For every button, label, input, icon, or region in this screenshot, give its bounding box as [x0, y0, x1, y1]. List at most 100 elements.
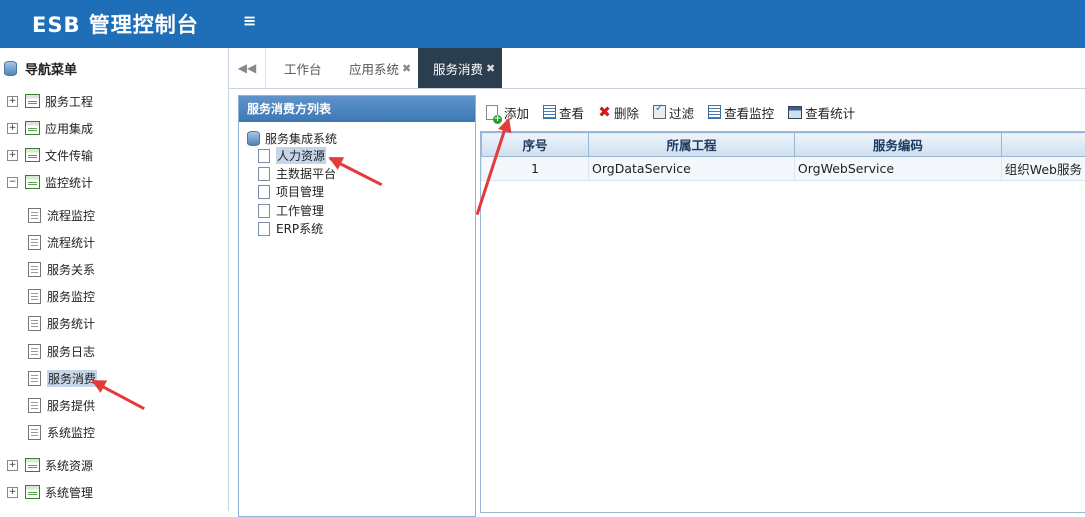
database-icon [247, 131, 260, 146]
data-grid: 序号 所属工程 服务编码 1 OrgDataService OrgWebServ… [480, 131, 1085, 513]
tree-item-erp[interactable]: ERP系统 [258, 220, 323, 237]
expand-icon[interactable]: + [7, 150, 18, 161]
tab-scroll-left-icon[interactable]: ◀◀ [229, 48, 266, 88]
tree-item-label: ERP系统 [276, 220, 323, 237]
page-icon [258, 185, 270, 199]
close-icon[interactable]: ✖ [486, 62, 495, 75]
column-header-service-name[interactable] [1001, 133, 1085, 157]
filter-button-label: 过滤 [669, 103, 694, 122]
tree-item-label: 人力资源 [276, 147, 326, 164]
sidebar-group-system-resource[interactable]: + 系统资源 [7, 456, 93, 474]
sidebar-item-label: 服务提供 [47, 397, 95, 414]
page-icon [28, 235, 41, 250]
sidebar-group-label: 系统管理 [45, 484, 93, 501]
expand-icon[interactable]: + [7, 460, 18, 471]
page-icon [28, 316, 41, 331]
tree-item-hr[interactable]: 人力资源 [258, 147, 326, 164]
expand-icon[interactable]: + [7, 123, 18, 134]
sidebar: 导航菜单 + 服务工程 + 应用集成 + 文件传输 − 监控统计 流程监控 流程… [0, 48, 229, 511]
module-icon [25, 121, 40, 135]
expand-icon[interactable]: + [7, 96, 18, 107]
tab-bar: ◀◀ 工作台 应用系统 ✖ 服务消费 ✖ [229, 48, 1085, 89]
tree-item-label: 主数据平台 [276, 165, 336, 182]
sidebar-group-label: 服务工程 [45, 93, 93, 110]
add-file-icon [486, 105, 498, 120]
page-icon [28, 262, 41, 277]
module-icon [25, 485, 40, 499]
sidebar-item-label: 流程监控 [47, 207, 95, 224]
sidebar-item-service-monitor[interactable]: 服务监控 [28, 287, 95, 305]
sidebar-group-file-transfer[interactable]: + 文件传输 [7, 146, 93, 164]
table-row[interactable]: 1 OrgDataService OrgWebService 组织Web服务 [482, 157, 1085, 181]
page-icon [28, 289, 41, 304]
page-icon [28, 371, 41, 386]
close-icon[interactable]: ✖ [402, 62, 411, 75]
sidebar-item-service-stats[interactable]: 服务统计 [28, 314, 95, 332]
tree-item-mdm[interactable]: 主数据平台 [258, 165, 336, 182]
tree-item-project[interactable]: 项目管理 [258, 183, 324, 200]
tree-item-work[interactable]: 工作管理 [258, 202, 324, 219]
sidebar-item-system-monitor[interactable]: 系统监控 [28, 423, 95, 441]
sidebar-item-label: 流程统计 [47, 234, 95, 251]
module-icon [25, 94, 40, 108]
view-monitor-button-label: 查看监控 [724, 103, 774, 122]
menu-toggle-icon[interactable]: ≡ [243, 11, 256, 30]
tab-label: 应用系统 [349, 59, 399, 78]
app-title: ESB 管理控制台 [32, 9, 199, 39]
collapse-icon[interactable]: − [7, 177, 18, 188]
consumer-list-panel: 服务消费方列表 服务集成系统 人力资源 主数据平台 项目管理 工作管理 ERP系… [238, 95, 476, 517]
page-icon [28, 398, 41, 413]
view-stats-button[interactable]: 查看统计 [788, 103, 855, 122]
page-icon [28, 425, 41, 440]
sidebar-title: 导航菜单 [4, 59, 77, 78]
tab-service-consume[interactable]: 服务消费 ✖ [418, 48, 502, 88]
column-header-project[interactable]: 所属工程 [589, 133, 795, 157]
sidebar-group-monitor-stats[interactable]: − 监控统计 [7, 173, 93, 191]
sidebar-item-flow-monitor[interactable]: 流程监控 [28, 206, 95, 224]
sidebar-item-service-relation[interactable]: 服务关系 [28, 260, 95, 278]
module-icon [25, 458, 40, 472]
view-monitor-button[interactable]: 查看监控 [708, 103, 774, 122]
page-icon [258, 204, 270, 218]
module-icon [25, 148, 40, 162]
sidebar-item-label: 系统监控 [47, 424, 95, 441]
cell-project: OrgDataService [589, 157, 795, 181]
sidebar-group-label: 应用集成 [45, 120, 93, 137]
tab-workbench[interactable]: 工作台 [284, 48, 322, 88]
sidebar-group-app-integration[interactable]: + 应用集成 [7, 119, 93, 137]
sidebar-group-label: 监控统计 [45, 174, 93, 191]
delete-button[interactable]: ✖ 删除 [598, 103, 639, 122]
tab-label: 工作台 [284, 59, 322, 78]
tree-root[interactable]: 服务集成系统 [247, 130, 337, 147]
database-icon [4, 61, 17, 76]
sidebar-item-service-log[interactable]: 服务日志 [28, 342, 95, 360]
sidebar-item-flow-stats[interactable]: 流程统计 [28, 233, 95, 251]
view-button-label: 查看 [559, 103, 584, 122]
cell-service-name: 组织Web服务 [1001, 157, 1085, 181]
sidebar-item-label: 服务关系 [47, 261, 95, 278]
sidebar-item-label: 服务统计 [47, 315, 95, 332]
delete-button-label: 删除 [614, 103, 639, 122]
expand-icon[interactable]: + [7, 487, 18, 498]
cell-service-code: OrgWebService [794, 157, 1001, 181]
view-button[interactable]: 查看 [543, 103, 584, 122]
page-icon [258, 222, 270, 236]
sidebar-group-service-project[interactable]: + 服务工程 [7, 92, 93, 110]
tab-app-system[interactable]: 应用系统 ✖ [349, 48, 411, 88]
sidebar-group-system-manage[interactable]: + 系统管理 [7, 483, 93, 501]
page-icon [258, 167, 270, 181]
tab-label: 服务消费 [433, 59, 483, 78]
sidebar-item-label: 服务日志 [47, 343, 95, 360]
cell-index: 1 [482, 157, 589, 181]
filter-button[interactable]: 过滤 [653, 103, 694, 122]
sidebar-item-label: 服务监控 [47, 288, 95, 305]
sidebar-item-service-consume[interactable]: 服务消费 [28, 369, 97, 387]
sidebar-group-label: 文件传输 [45, 147, 93, 164]
stats-icon [788, 106, 802, 119]
sidebar-item-service-provide[interactable]: 服务提供 [28, 396, 95, 414]
page-icon [258, 149, 270, 163]
tree-item-label: 工作管理 [276, 202, 324, 219]
panel-title: 服务消费方列表 [239, 96, 475, 122]
list-icon [708, 105, 721, 119]
column-header-service-code[interactable]: 服务编码 [794, 133, 1001, 157]
